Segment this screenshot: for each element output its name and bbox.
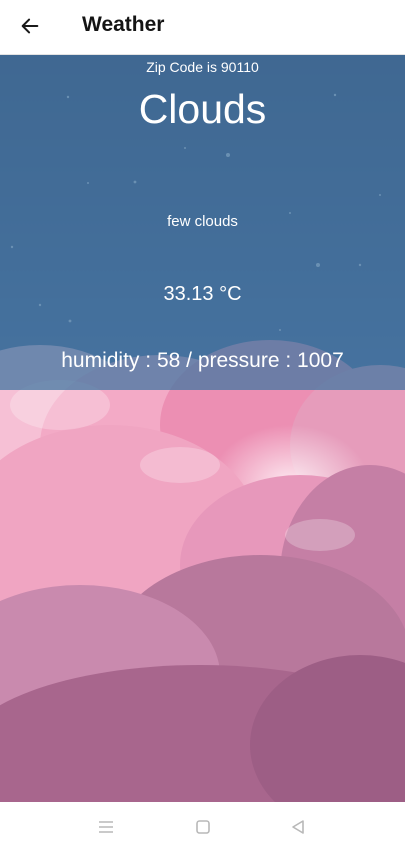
temperature-value: 33.13 (163, 283, 214, 305)
back-button[interactable] (14, 10, 46, 42)
zip-prefix: Zip Code is (146, 59, 217, 75)
arrow-left-icon (21, 18, 39, 34)
weather-description: few clouds (167, 213, 238, 230)
zip-code-value: 90110 (220, 59, 259, 75)
home-button[interactable] (192, 816, 214, 838)
system-nav-bar (0, 802, 405, 851)
app-bar: Weather (0, 0, 405, 55)
temperature: 33.13 °C (0, 283, 405, 306)
square-home-icon (196, 820, 210, 834)
pressure-value: 1007 (297, 349, 344, 372)
humidity-label: humidity : (61, 349, 152, 372)
recents-button[interactable] (95, 816, 117, 838)
pressure-label: pressure : (197, 349, 292, 372)
humidity-value: 58 (156, 349, 181, 372)
weather-info-panel: Zip Code is 90110 Clouds few clouds 33.1… (0, 55, 405, 390)
weather-screen: Weather Zip Code is 90110 Clouds few clo… (0, 0, 405, 851)
page-title: Weather (82, 13, 165, 36)
weather-main: Clouds (138, 86, 267, 132)
humidity-pressure: humidity : 58 / pressure : 1007 (0, 349, 405, 373)
menu-lines-icon (99, 821, 113, 833)
temperature-unit: °C (219, 283, 242, 305)
nav-back-button[interactable] (287, 816, 309, 838)
separator: / (186, 349, 192, 372)
zip-code-label: Zip Code is 90110 (0, 59, 405, 75)
triangle-back-icon (292, 820, 304, 834)
